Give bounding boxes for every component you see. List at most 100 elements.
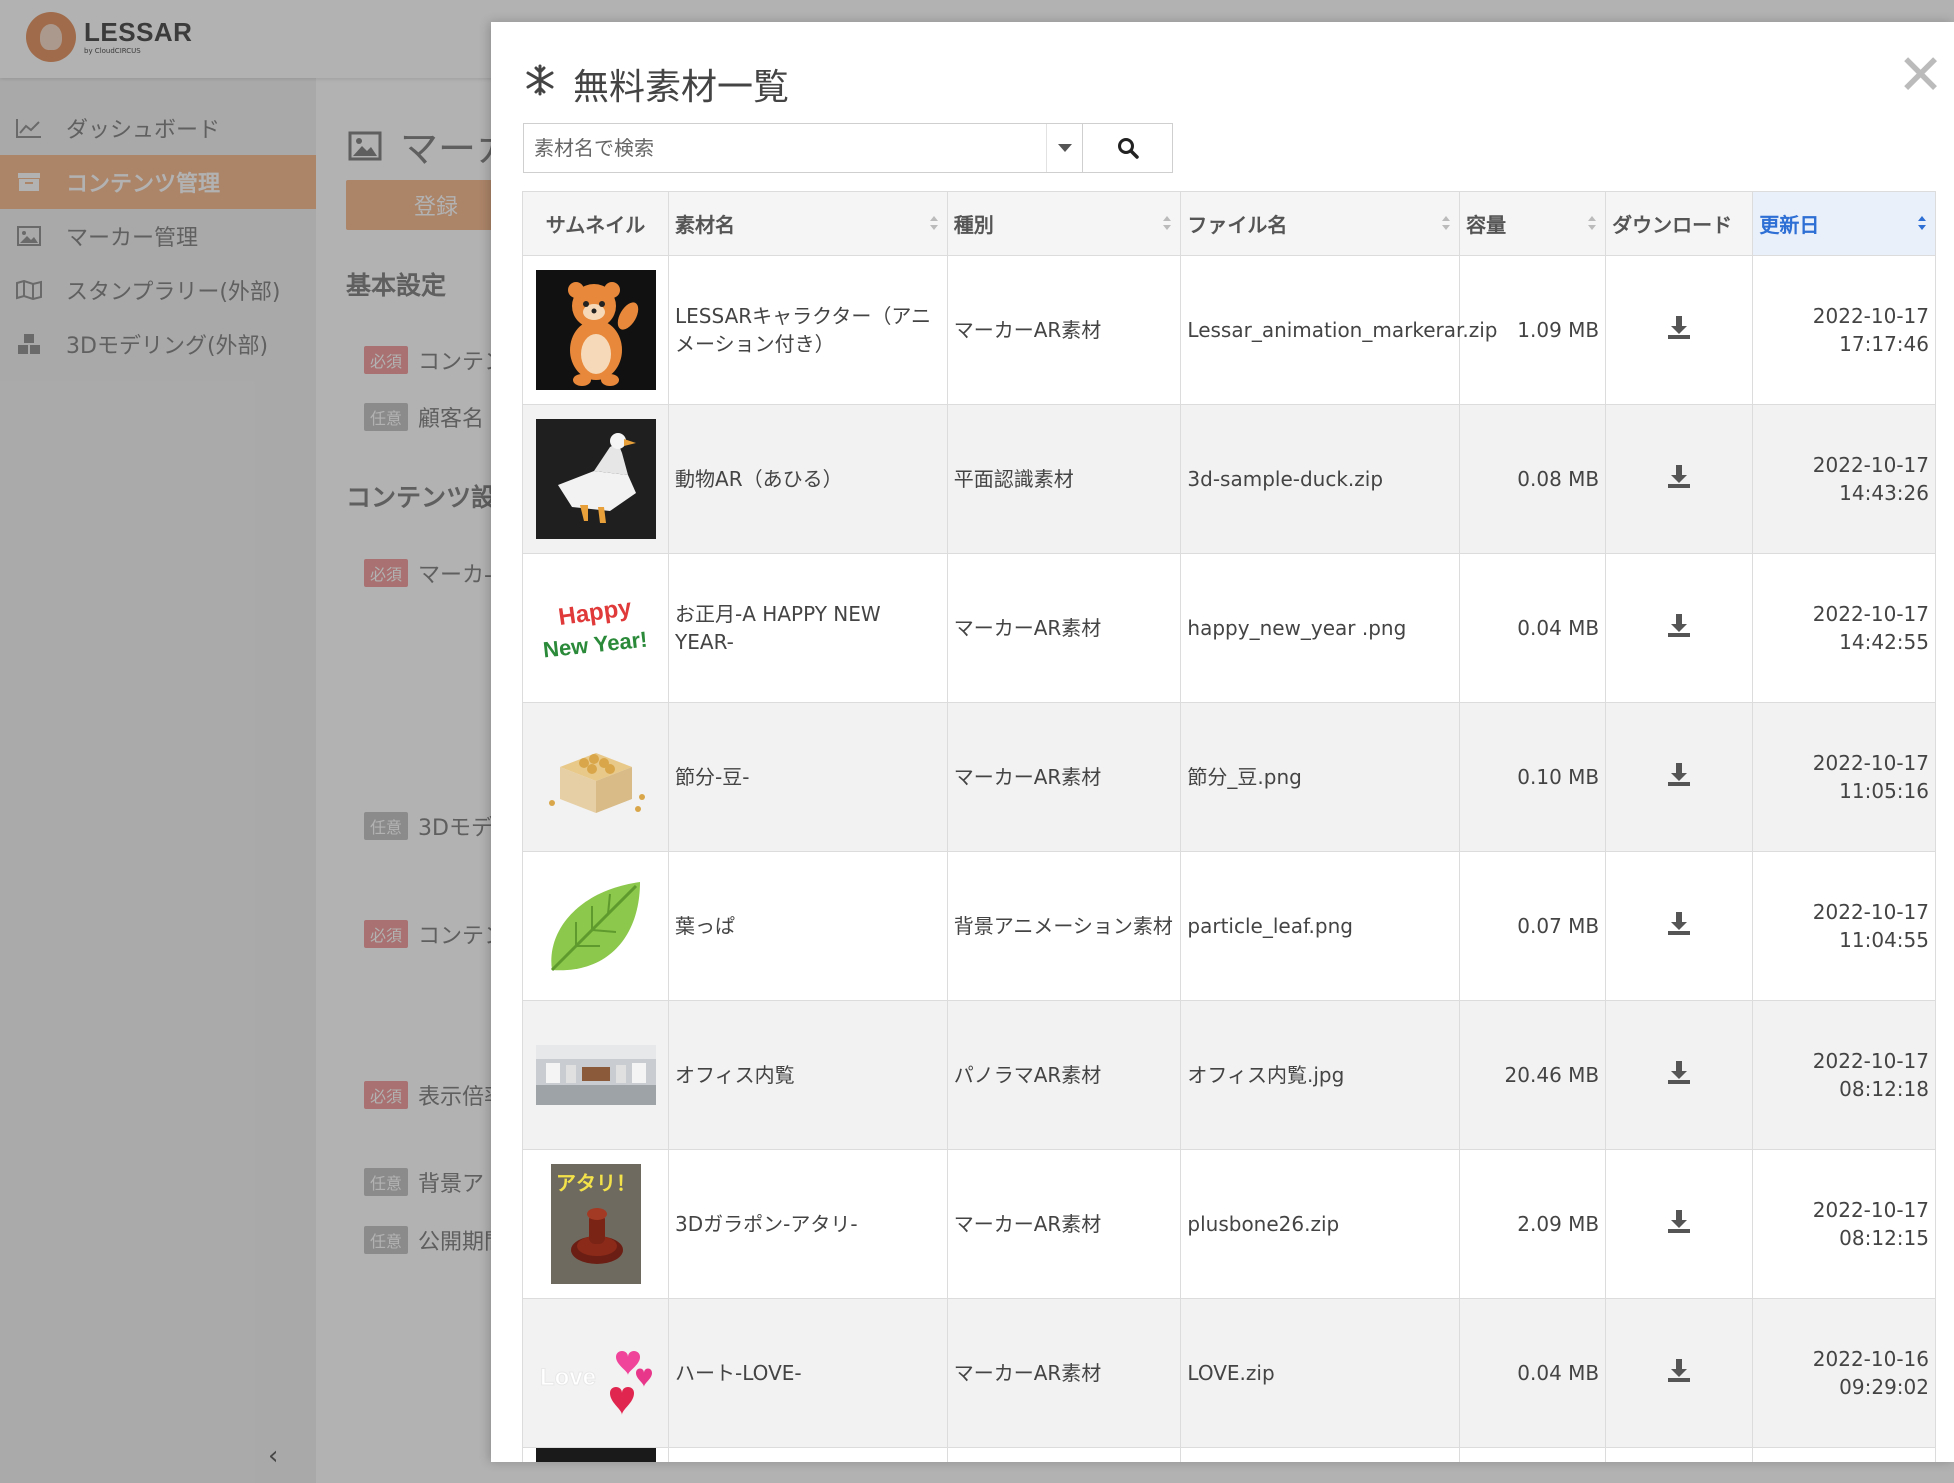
modal-title-text: 無料素材一覧 [573, 67, 790, 108]
file-name-cell: 3d-sample-duck.zip [1180, 404, 1461, 554]
column-header-type[interactable]: 種別 [946, 191, 1182, 256]
table-row: LESSARキャラクター（アニメーション付き） マーカーAR素材 Lessar_… [521, 255, 1936, 405]
file-name-cell: plusbone26.zip [1180, 1149, 1461, 1299]
atari-capsule-thumbnail: アタリ！ [536, 1164, 656, 1284]
download-icon[interactable] [1666, 463, 1692, 489]
close-icon[interactable]: ✕ [1897, 48, 1944, 104]
updated-at-cell: 2022-10-17 14:42:55 [1752, 553, 1936, 703]
love-text: Love [540, 1364, 596, 1391]
sort-icon [1442, 216, 1451, 230]
table-row: Love ハート-LOVE- マーカーAR素材 LOVE.zip 0.04 MB… [521, 1298, 1936, 1448]
material-name-cell: 節分-豆- [668, 702, 948, 852]
thumbnail-cell [521, 1447, 670, 1462]
material-name-cell: 3Dガラポン-アタリ- [668, 1149, 948, 1299]
download-cell [1605, 404, 1754, 554]
column-header-size[interactable]: 容量 [1459, 191, 1607, 256]
material-type-cell: 背景アニメーション素材 [946, 851, 1182, 1001]
bear-character-thumbnail [535, 270, 656, 390]
file-size-cell: 0.08 MB [1459, 404, 1607, 554]
thumbnail-cell: アタリ！ [521, 1149, 670, 1299]
updated-date: 2022-10-17 [1812, 1198, 1929, 1222]
material-type-cell: マーカーAR素材 [946, 1149, 1182, 1299]
column-label: 容量 [1466, 213, 1507, 237]
office-panorama-thumbnail [535, 1015, 656, 1135]
updated-at-cell: 2022-10-17 08:12:18 [1752, 1000, 1936, 1150]
column-label: サムネイル [545, 213, 646, 237]
download-cell [1605, 1149, 1754, 1299]
updated-date: 2022-10-17 [1812, 1049, 1929, 1073]
file-size-cell: 2.09 MB [1459, 1149, 1607, 1299]
file-name-cell: オフィス内覧.jpg [1180, 1000, 1461, 1150]
search-icon [1117, 138, 1139, 159]
modal-title: 無料素材一覧 [523, 58, 789, 110]
download-icon[interactable] [1666, 1208, 1692, 1234]
material-name-cell: 葉っぱ [668, 851, 948, 1001]
file-size-cell: 20.46 MB [1459, 1000, 1607, 1150]
file-size-cell: 0.04 MB [1459, 553, 1607, 703]
material-name-cell: 動物AR（あひる） [668, 404, 948, 554]
download-cell [1605, 255, 1754, 405]
material-type-cell [946, 1447, 1182, 1462]
column-header-thumbnail: サムネイル [521, 191, 670, 256]
updated-at-cell [1752, 1447, 1936, 1462]
updated-date: 2022-10-17 [1812, 602, 1929, 626]
thumbnail-cell [521, 1000, 670, 1150]
updated-date: 2022-10-16 [1812, 1347, 1929, 1371]
column-label: 更新日 [1759, 213, 1820, 237]
search-bar [523, 123, 1173, 173]
column-header-name[interactable]: 素材名 [668, 191, 948, 256]
column-header-updated[interactable]: 更新日 [1752, 191, 1936, 256]
search-input[interactable] [524, 124, 1046, 172]
material-name-cell: LESSARキャラクター（アニメーション付き） [668, 255, 948, 405]
materials-table: サムネイル 素材名 種別 ファイル名 容量 ダウンロード 更新日 LESSARキ… [521, 191, 1936, 1462]
material-type-cell: マーカーAR素材 [946, 255, 1182, 405]
download-icon[interactable] [1666, 1059, 1692, 1085]
download-cell [1605, 702, 1754, 852]
search-combobox [523, 123, 1083, 173]
updated-time: 09:29:02 [1839, 1375, 1929, 1399]
updated-date: 2022-10-17 [1812, 453, 1929, 477]
file-size-cell [1459, 1447, 1607, 1462]
material-type-cell: マーカーAR素材 [946, 1298, 1182, 1448]
download-cell [1605, 553, 1754, 703]
table-row: アタリ！ 3Dガラポン-アタリ- マーカーAR素材 plusbone26.zip… [521, 1149, 1936, 1299]
table-row: 動物AR（あひる） 平面認識素材 3d-sample-duck.zip 0.08… [521, 404, 1936, 554]
search-button[interactable] [1083, 123, 1173, 173]
updated-date: 2022-10-17 [1812, 900, 1929, 924]
column-label: 素材名 [675, 213, 736, 237]
download-icon[interactable] [1666, 761, 1692, 787]
download-cell [1605, 1000, 1754, 1150]
file-name-cell: LOVE.zip [1180, 1298, 1461, 1448]
chevron-down-icon[interactable] [1046, 124, 1082, 172]
column-label: ダウンロード [1612, 213, 1733, 237]
leaf-thumbnail [536, 866, 656, 986]
download-icon[interactable] [1666, 314, 1692, 340]
file-size-cell: 0.10 MB [1459, 702, 1607, 852]
partial-thumbnail [535, 1448, 656, 1462]
table-row: Happy New Year! お正月-A HAPPY NEW YEAR- マー… [521, 553, 1936, 703]
material-type-cell: マーカーAR素材 [946, 702, 1182, 852]
thumbnail-cell: Love [521, 1298, 670, 1448]
updated-date: 2022-10-17 [1812, 751, 1929, 775]
updated-time: 14:42:55 [1839, 630, 1929, 654]
download-cell [1605, 1298, 1754, 1448]
sort-icon [929, 216, 938, 230]
table-row: 節分-豆- マーカーAR素材 節分_豆.png 0.10 MB 2022-10-… [521, 702, 1936, 852]
download-icon[interactable] [1666, 612, 1692, 638]
column-header-download: ダウンロード [1605, 191, 1754, 256]
download-cell [1605, 851, 1754, 1001]
download-icon[interactable] [1666, 910, 1692, 936]
happy-new-year-thumbnail: Happy New Year! [535, 568, 656, 688]
column-header-filename[interactable]: ファイル名 [1180, 191, 1461, 256]
table-row [521, 1447, 1936, 1462]
updated-time: 11:05:16 [1839, 779, 1929, 803]
updated-at-cell: 2022-10-17 08:12:15 [1752, 1149, 1936, 1299]
download-cell [1605, 1447, 1754, 1462]
download-icon[interactable] [1666, 1357, 1692, 1383]
material-name-cell: ハート-LOVE- [668, 1298, 948, 1448]
beans-box-thumbnail [536, 717, 656, 837]
thumbnail-cell [521, 404, 670, 554]
table-header-row: サムネイル 素材名 種別 ファイル名 容量 ダウンロード 更新日 [521, 191, 1936, 256]
updated-at-cell: 2022-10-17 11:05:16 [1752, 702, 1936, 852]
file-name-cell: happy_new_year .png [1180, 553, 1461, 703]
